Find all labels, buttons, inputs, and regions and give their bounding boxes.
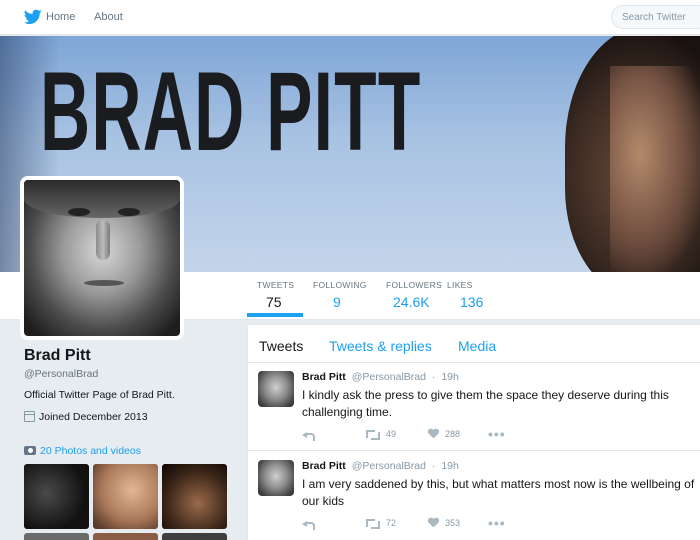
search-box[interactable] [611, 5, 700, 29]
tweet-header: Brad Pitt @PersonalBrad · 19h [302, 371, 459, 383]
photo-thumbnail[interactable] [162, 533, 227, 540]
avatar-hair-shape [24, 180, 180, 218]
stat-following-value: 9 [333, 294, 341, 310]
profile-bio: Official Twitter Page of Brad Pitt. [24, 389, 175, 401]
stat-following[interactable]: FOLLOWING 9 [313, 280, 367, 310]
profile-avatar[interactable] [20, 176, 184, 340]
tweet-text: I am very saddened by this, but what mat… [302, 477, 695, 508]
banner-title: BRAD PITT [40, 49, 422, 174]
stat-tweets-value: 75 [266, 294, 282, 310]
reply-button[interactable] [302, 518, 320, 530]
like-count: 353 [445, 518, 461, 528]
tweet-separator: · [431, 460, 436, 472]
stat-followers-label: FOLLOWERS [386, 280, 443, 290]
reply-icon [302, 429, 315, 441]
like-button[interactable]: 288 [428, 429, 460, 439]
tweet-text: I kindly ask the press to give them the … [302, 388, 669, 419]
banner-photo-highlight [610, 66, 700, 272]
retweet-button[interactable]: 49 [365, 429, 397, 440]
tweet[interactable]: Brad Pitt @PersonalBrad · 19h I kindly a… [248, 363, 700, 451]
more-button[interactable]: ••• [488, 515, 506, 531]
timeline-tabs: Tweets Tweets & replies Media [248, 325, 700, 363]
joined-date-text: Joined December 2013 [39, 411, 148, 423]
avatar-nose-shape [96, 220, 110, 260]
tweet-author-handle[interactable]: @PersonalBrad [352, 371, 426, 383]
photo-thumbnail[interactable] [24, 464, 89, 529]
tweet-header: Brad Pitt @PersonalBrad · 19h [302, 460, 459, 472]
retweet-count: 72 [386, 518, 397, 528]
stat-likes-label: LIKES [447, 280, 473, 290]
photo-thumbnail[interactable] [24, 533, 89, 540]
tweet-avatar[interactable] [258, 460, 294, 496]
reply-button[interactable] [302, 429, 320, 441]
tweet-actions: 49 288 ••• [302, 426, 562, 443]
tweet-avatar[interactable] [258, 371, 294, 407]
retweet-icon [365, 518, 380, 529]
reply-icon [302, 518, 315, 530]
stat-followers-value: 24.6K [393, 294, 430, 310]
tab-tweets[interactable]: Tweets [259, 338, 303, 354]
active-stat-indicator [247, 313, 303, 317]
avatar-eye-shape [68, 208, 90, 216]
avatar-eye-shape [118, 208, 140, 216]
top-nav: Home About [0, 0, 700, 35]
camera-icon [24, 446, 36, 455]
photos-videos-link[interactable]: 20 Photos and videos [24, 445, 141, 457]
profile-name[interactable]: Brad Pitt [24, 347, 91, 365]
tweet-author-handle[interactable]: @PersonalBrad [352, 460, 426, 472]
tweet-time[interactable]: 19h [441, 371, 459, 383]
heart-icon [428, 518, 439, 528]
like-count: 288 [445, 429, 461, 439]
stat-tweets-label: TWEETS [257, 280, 295, 290]
nav-about-link[interactable]: About [94, 11, 123, 23]
tweet[interactable]: Brad Pitt @PersonalBrad · 19h I am very … [248, 452, 700, 540]
avatar-mouth-shape [84, 280, 124, 286]
tweet-time[interactable]: 19h [441, 460, 459, 472]
photo-thumbnail[interactable] [93, 464, 158, 529]
tweet-author-name[interactable]: Brad Pitt [302, 371, 346, 383]
tweet-actions: 72 353 ••• [302, 515, 562, 532]
tweet-author-name[interactable]: Brad Pitt [302, 460, 346, 472]
search-input[interactable] [612, 6, 700, 28]
retweet-button[interactable]: 72 [365, 518, 397, 529]
tab-tweets-and-replies[interactable]: Tweets & replies [329, 338, 432, 354]
profile-joined: Joined December 2013 [24, 411, 148, 423]
stat-followers[interactable]: FOLLOWERS 24.6K [386, 280, 442, 310]
stat-following-label: FOLLOWING [313, 280, 367, 290]
like-button[interactable]: 353 [428, 518, 460, 528]
nav-home-link[interactable]: Home [46, 11, 75, 23]
photo-thumbnail[interactable] [162, 464, 227, 529]
photos-videos-label: 20 Photos and videos [40, 445, 141, 457]
stat-likes-value: 136 [460, 294, 484, 310]
timeline: Tweets Tweets & replies Media Brad Pitt … [247, 324, 700, 540]
tweet-separator: · [431, 371, 436, 383]
photo-thumbnail[interactable] [93, 533, 158, 540]
stat-likes[interactable]: LIKES 136 [447, 280, 483, 310]
tab-media[interactable]: Media [458, 338, 496, 354]
more-icon: ••• [488, 426, 506, 442]
more-button[interactable]: ••• [488, 426, 506, 442]
profile-handle: @PersonalBrad [24, 368, 99, 380]
heart-icon [428, 429, 439, 439]
more-icon: ••• [488, 515, 506, 531]
retweet-icon [365, 429, 380, 440]
twitter-bird-icon[interactable] [24, 9, 42, 25]
stat-tweets[interactable]: TWEETS 75 [257, 280, 294, 310]
calendar-icon [24, 411, 35, 422]
retweet-count: 49 [386, 429, 397, 439]
